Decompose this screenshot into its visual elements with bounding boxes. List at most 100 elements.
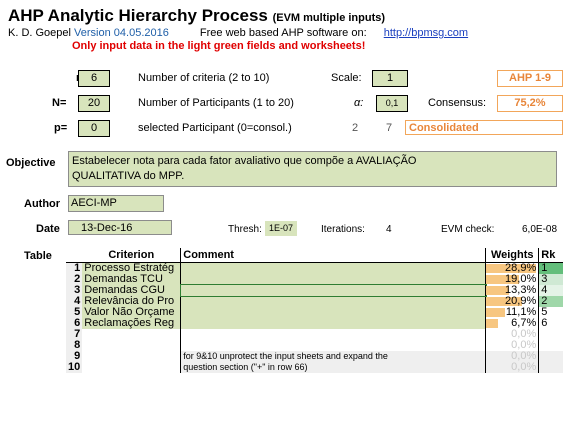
input-warning: Only input data in the light green field… [72, 40, 366, 52]
criterion-cell [82, 340, 181, 351]
criterion-cell[interactable]: Valor Não Orçame [82, 307, 181, 318]
weight-cell: 13,3% [485, 285, 539, 296]
rank-cell [538, 329, 564, 340]
row-number: 3 [66, 285, 83, 296]
row-number: 1 [66, 262, 83, 274]
weight-cell: 11,1% [485, 307, 539, 318]
weight-value: 19,0% [505, 274, 537, 285]
evm-check-value: 6,0E-08 [522, 224, 558, 235]
criterion-cell[interactable]: Demandas CGU [82, 285, 181, 296]
participant-input[interactable]: 0 [78, 120, 110, 137]
rank-cell: 4 [538, 285, 564, 296]
participant-desc: selected Participant (0=consol.) [138, 122, 292, 134]
objective-line-2: QUALITATIVA do MPP. [72, 170, 185, 182]
row-number: 10 [66, 362, 83, 373]
criteria-count-desc: Number of criteria (2 to 10) [138, 72, 270, 84]
table-row: 1 Processo Estratég 28,9% 1 [66, 262, 564, 274]
weight-value: 0,0% [511, 340, 537, 351]
rank-cell: 5 [538, 307, 564, 318]
objective-label: Objective [6, 157, 56, 169]
weight-bar [486, 308, 506, 317]
comment-cell [180, 340, 486, 351]
comment-cell [180, 329, 486, 340]
weight-cell: 0,0% [485, 329, 539, 340]
author-field[interactable]: AECI-MP [68, 195, 164, 212]
row-number: 2 [66, 274, 83, 285]
weight-cell: 28,9% [485, 262, 539, 274]
scale-input[interactable]: 1 [372, 70, 408, 87]
scale-name: AHP 1-9 [497, 70, 563, 87]
p-num2: 7 [386, 122, 393, 134]
comment-cell[interactable] [180, 274, 486, 285]
weight-value: 6,7% [511, 318, 537, 329]
criterion-cell[interactable]: Reclamações Reg [82, 318, 181, 329]
rank-cell: 3 [538, 274, 564, 285]
table-row: 5 Valor Não Orçame 11,1% 5 [66, 307, 564, 318]
row-number: 6 [66, 318, 83, 329]
author-line: K. D. Goepel Version 04.05.2016 Free web… [8, 27, 468, 39]
participants-desc: Number of Participants (1 to 20) [138, 97, 294, 109]
weight-cell: 0,0% [485, 362, 539, 373]
header-comment: Comment [180, 248, 486, 263]
table-row: 4 Relevância do Pro 20,9% 2 [66, 296, 564, 307]
weight-cell: 19,0% [485, 274, 539, 285]
criterion-cell[interactable]: Relevância do Pro [82, 296, 181, 307]
comment-cell[interactable] [180, 307, 486, 318]
participants-input[interactable]: 20 [78, 95, 110, 112]
comment-cell[interactable] [179, 284, 487, 297]
row-number: 8 [66, 340, 83, 351]
weight-cell: 0,0% [485, 351, 539, 362]
alpha-input[interactable]: 0,1 [376, 95, 408, 112]
weight-value: 13,3% [505, 285, 537, 296]
comment-cell[interactable] [180, 262, 486, 274]
p-label: p= [54, 122, 68, 134]
objective-field[interactable]: Estabelecer nota para cada fator avaliat… [68, 151, 557, 187]
table-row: 7 0,0% [66, 329, 564, 340]
criterion-cell [82, 329, 181, 340]
header-criterion: Criterion [82, 248, 181, 263]
table-row: 8 0,0% [66, 340, 564, 351]
criterion-cell[interactable]: Demandas TCU [82, 274, 181, 285]
row-number: 7 [66, 329, 83, 340]
comment-cell[interactable] [180, 318, 486, 329]
header-rank: Rk [538, 248, 564, 263]
rank-cell: 6 [538, 318, 564, 329]
date-label: Date [36, 223, 60, 235]
rank-cell [538, 362, 564, 373]
table-row: 2 Demandas TCU 19,0% 3 [66, 274, 564, 285]
rank-cell: 1 [538, 262, 564, 274]
consensus-value: 75,2% [497, 95, 563, 112]
date-field[interactable]: 13-Dec-16 [68, 220, 172, 235]
weight-value: 0,0% [511, 362, 537, 373]
weight-cell: 0,0% [485, 340, 539, 351]
weight-value: 0,0% [511, 329, 537, 340]
table-row: 3 Demandas CGU 13,3% 4 [66, 284, 564, 297]
thresh-input[interactable]: 1E-07 [265, 221, 297, 236]
weight-bar [486, 319, 498, 328]
iterations-label: Iterations: [321, 224, 365, 235]
N-label: N= [52, 97, 67, 109]
alpha-label: α: [354, 97, 364, 109]
version-label: Version 04.05.2016 [74, 27, 169, 39]
author-label: Author [24, 198, 61, 210]
consensus-label: Consensus: [428, 97, 487, 109]
website-link[interactable]: http://bpmsg.com [384, 27, 468, 39]
weight-value: 28,9% [505, 262, 537, 274]
objective-line-1: Estabelecer nota para cada fator avaliat… [72, 155, 417, 167]
criteria-count-input[interactable]: 6 [78, 70, 110, 87]
rank-cell: 2 [538, 296, 564, 307]
row-number: 5 [66, 307, 83, 318]
header-weights: Weights [485, 248, 539, 263]
thresh-label: Thresh: [228, 224, 262, 235]
app-title: AHP Analytic Hierarchy Process (EVM mult… [8, 6, 386, 25]
criterion-cell [82, 351, 181, 362]
criterion-cell [82, 362, 181, 373]
row-number: 9 [66, 351, 83, 362]
table-row: 10 question section ("+" in row 66) 0,0% [66, 362, 564, 373]
tagline: Free web based AHP software on: [199, 27, 367, 39]
table-row: 9 for 9&10 unprotect the input sheets and… [66, 351, 564, 362]
comment-cell: for 9&10 unprotect the input sheets and … [180, 351, 486, 362]
comment-cell[interactable] [180, 296, 486, 307]
weight-value: 20,9% [505, 296, 537, 307]
criterion-cell[interactable]: Processo Estratég [82, 262, 181, 274]
